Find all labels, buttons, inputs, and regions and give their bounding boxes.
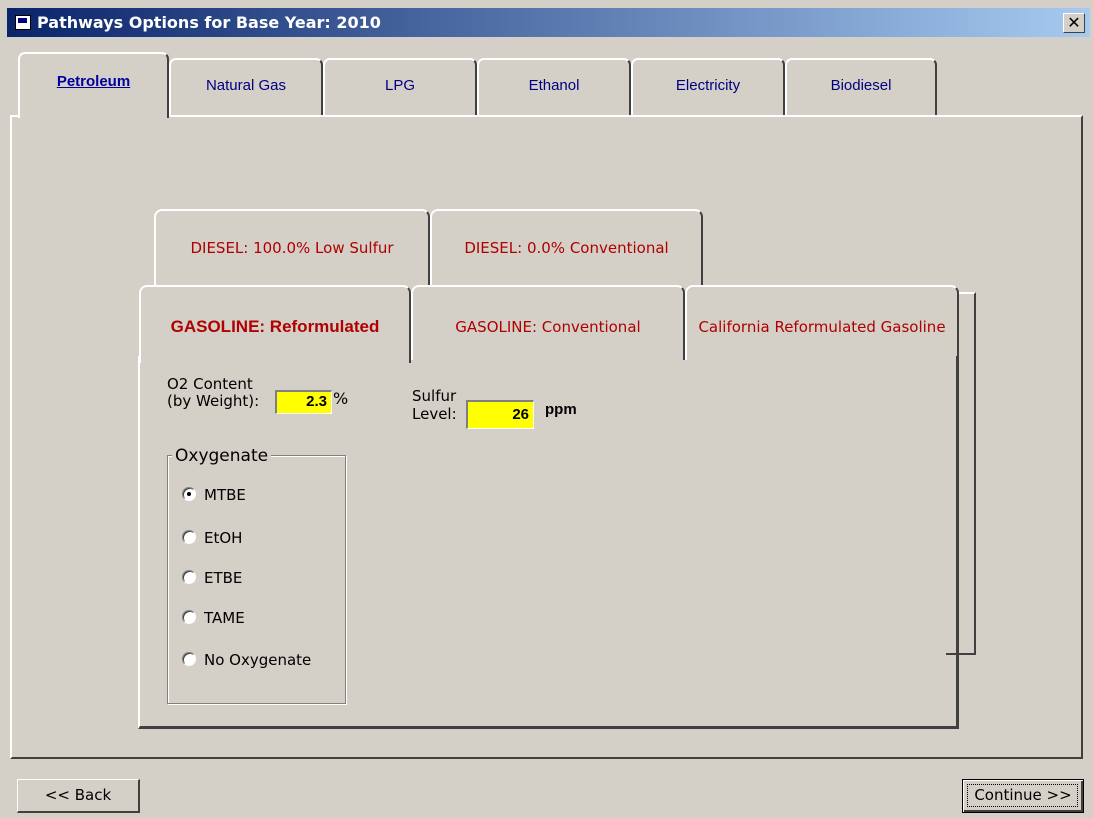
o2-content-input[interactable]: 2.3: [275, 390, 332, 414]
app-icon: [15, 15, 31, 30]
tab-ethanol-label: Ethanol: [528, 77, 580, 94]
tab-petroleum-label: Petroleum: [56, 73, 131, 90]
o2-content-label: O2 Content: [167, 375, 253, 393]
tab-electricity[interactable]: Electricity: [631, 58, 785, 117]
tab-lpg-label: LPG: [384, 77, 415, 94]
oxygenate-groupbox: Oxygenate MTBE EtOH ETBE TAME No Oxygena…: [167, 446, 346, 704]
radio-etbe-indicator[interactable]: [182, 570, 196, 584]
radio-etoh-label: EtOH: [204, 529, 243, 547]
pathways-options-dialog: Pathways Options for Base Year: 2010 ✕ P…: [0, 0, 1093, 818]
focus-rect: [967, 784, 1078, 807]
sulfur-unit-label: ppm: [545, 401, 577, 418]
continue-button[interactable]: Continue >>: [962, 779, 1084, 813]
radio-etoh-indicator[interactable]: [182, 530, 196, 544]
radio-etbe-label: ETBE: [204, 569, 243, 587]
o2-unit-label: %: [333, 389, 349, 408]
o2-by-weight-label: (by Weight):: [167, 392, 260, 410]
tab-diesel-conventional[interactable]: DIESEL: 0.0% Conventional: [430, 209, 703, 285]
sulfur-level-label: Level:: [412, 405, 457, 423]
tab-gasoline-conventional[interactable]: GASOLINE: Conventional: [411, 285, 685, 360]
tab-natural-gas-label: Natural Gas: [205, 77, 287, 94]
oxygenate-title: Oxygenate: [172, 446, 272, 466]
tab-lpg[interactable]: LPG: [323, 58, 477, 117]
radio-no-oxygenate-indicator[interactable]: [182, 652, 196, 666]
window-title: Pathways Options for Base Year: 2010: [37, 13, 381, 32]
tab-natural-gas[interactable]: Natural Gas: [169, 58, 323, 117]
radio-tame-label: TAME: [204, 609, 245, 627]
radio-no-oxygenate-label: No Oxygenate: [204, 651, 312, 669]
radio-mtbe-label: MTBE: [204, 486, 246, 504]
radio-tame-indicator[interactable]: [182, 610, 196, 624]
radio-mtbe-indicator[interactable]: [182, 487, 196, 501]
close-button[interactable]: ✕: [1063, 13, 1085, 33]
tab-biodiesel[interactable]: Biodiesel: [785, 58, 937, 117]
tab-electricity-label: Electricity: [675, 77, 741, 94]
back-button[interactable]: << Back: [17, 779, 140, 813]
sulfur-level-input[interactable]: 26: [466, 400, 534, 429]
tab-gasoline-reformulated[interactable]: GASOLINE: Reformulated: [139, 285, 411, 363]
title-bar: Pathways Options for Base Year: 2010 ✕: [7, 8, 1090, 37]
sulfur-label: Sulfur: [412, 387, 457, 405]
tab-california-reformulated-gasoline[interactable]: California Reformulated Gasoline: [685, 285, 959, 360]
tab-biodiesel-label: Biodiesel: [830, 77, 892, 94]
tab-diesel-low-sulfur[interactable]: DIESEL: 100.0% Low Sulfur: [154, 209, 430, 285]
tab-petroleum[interactable]: Petroleum: [18, 52, 169, 118]
tab-ethanol[interactable]: Ethanol: [477, 58, 631, 117]
